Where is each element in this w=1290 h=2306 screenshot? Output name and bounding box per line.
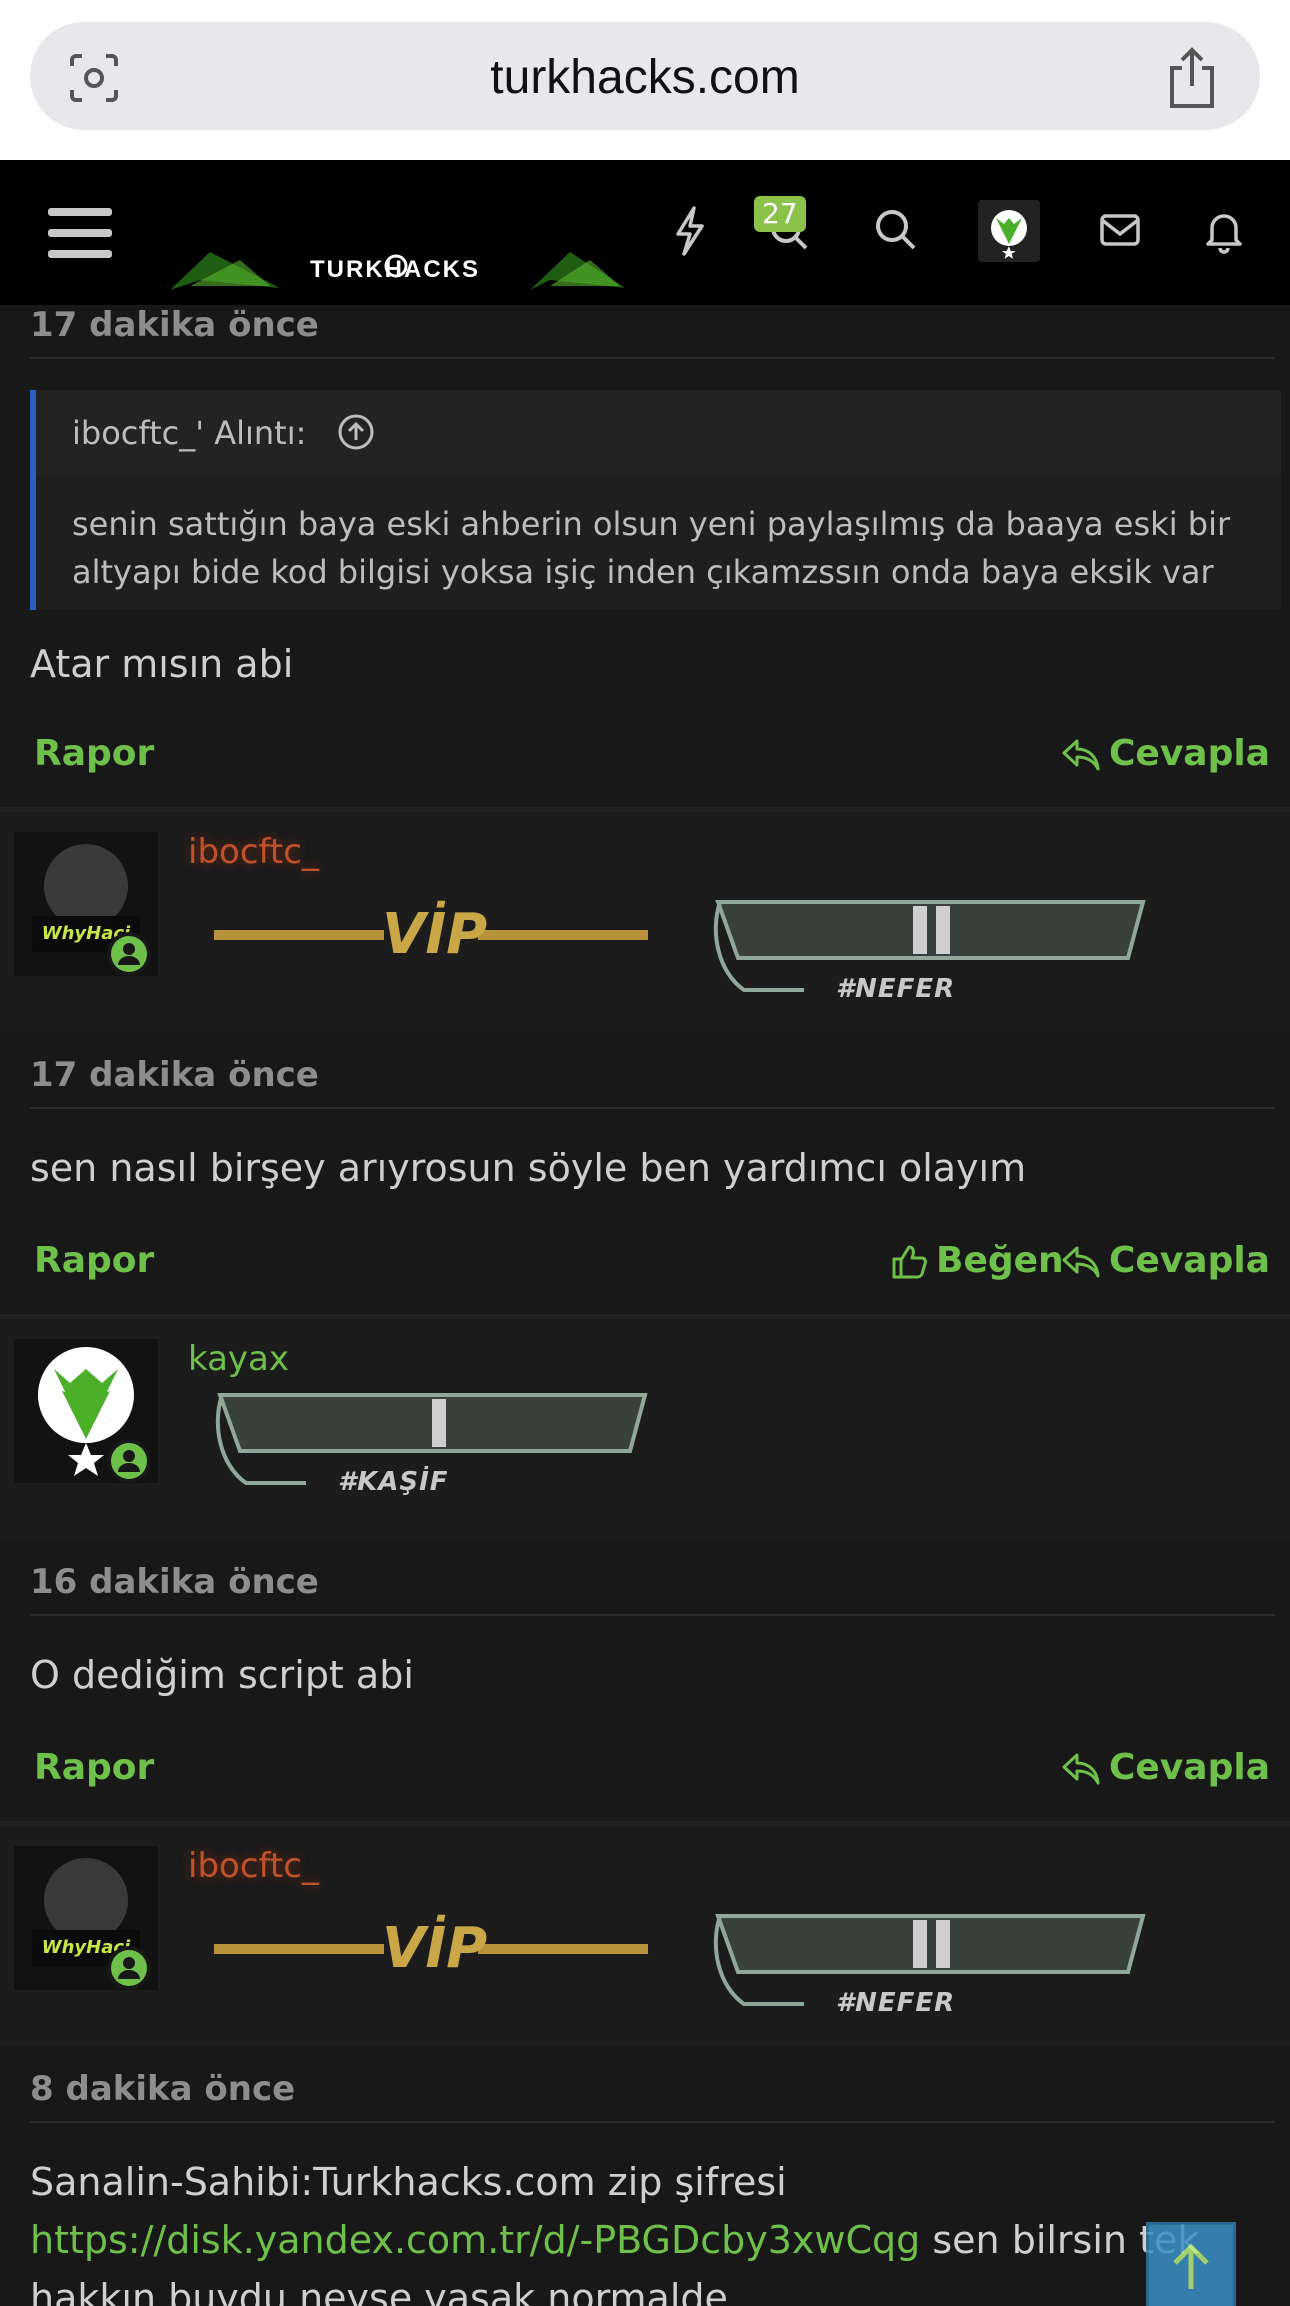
message-line: https://disk.yandex.com.tr/d/-PBGDcby3xw… (30, 2211, 1270, 2269)
reply-label: Cevapla (1109, 1240, 1270, 1281)
alert-badge: 27 (754, 196, 806, 232)
reply-label: Cevapla (1109, 1747, 1270, 1788)
brand-text: TURKHACKS (310, 256, 480, 283)
quote-title: ibocftc_' Alıntı: (72, 414, 307, 452)
quote-text: senin sattığın baya eski ahberin olsun y… (72, 505, 1231, 591)
jump-up-icon[interactable] (336, 412, 376, 452)
bolt-icon[interactable] (660, 200, 720, 260)
vip-label: VİP (382, 1916, 488, 1981)
scroll-top-button[interactable] (1146, 2222, 1236, 2306)
browser-toolbar: turkhacks.com (0, 0, 1290, 160)
address-bar[interactable]: turkhacks.com (30, 22, 1260, 130)
report-button[interactable]: Rapor (34, 1240, 154, 1281)
rank-label: #KAŞİF (338, 1467, 449, 1497)
rank-banner: #NEFER (708, 1906, 1148, 2024)
online-status-icon (107, 1439, 151, 1483)
post-message: O dediğim script abi (30, 1653, 414, 1697)
rank-label: #NEFER (836, 974, 956, 1004)
menu-icon[interactable] (48, 208, 112, 262)
username[interactable]: ibocftc_ (188, 832, 319, 872)
divider (30, 357, 1275, 359)
rank-label: #NEFER (836, 1988, 956, 2018)
report-button[interactable]: Rapor (34, 1747, 154, 1788)
vip-banner: VİP (214, 894, 648, 974)
post-time: 16 dakika önce (30, 1562, 319, 1602)
share-icon[interactable] (1164, 46, 1220, 110)
post-time: 17 dakika önce (30, 305, 319, 345)
message-line: hakkın buydu neyse yasak normalde (30, 2276, 728, 2306)
online-status-icon (107, 932, 151, 976)
post-time: 8 dakika önce (30, 2069, 296, 2109)
post-user-bar: kayax #KAŞİF (0, 1319, 1290, 1539)
mail-icon[interactable] (1090, 200, 1150, 260)
reply-icon (1062, 739, 1100, 771)
download-link[interactable]: https://disk.yandex.com.tr/d/-PBGDcby3xw… (30, 2218, 920, 2262)
report-button[interactable]: Rapor (34, 733, 154, 774)
user-avatar-nav[interactable] (978, 200, 1040, 262)
like-label: Beğen (936, 1240, 1064, 1281)
post-message: Atar mısın abi (30, 642, 294, 686)
divider (30, 1107, 1275, 1109)
site-navbar: TURKHACKS 27 (0, 160, 1290, 305)
reply-button[interactable]: Cevapla (1061, 1240, 1270, 1281)
reply-label: Cevapla (1109, 733, 1270, 774)
post-time: 17 dakika önce (30, 1055, 319, 1095)
online-status-icon (107, 1946, 151, 1990)
post-message: Sanalin-Sahibi:Turkhacks.com zip şifresi… (30, 2153, 1270, 2306)
thread-content: 17 dakika önce ibocftc_' Alıntı: senin s… (0, 305, 1290, 2306)
reply-icon (1062, 1753, 1100, 1785)
avatar-mask-icon (991, 210, 1027, 259)
like-button[interactable]: Beğen (890, 1240, 1064, 1281)
username[interactable]: ibocftc_ (188, 1846, 319, 1886)
post-user-bar: WhyHaci ibocftc_ VİP #NEFER (0, 812, 1290, 1032)
arrow-up-icon (1173, 2243, 1209, 2289)
quote-block: ibocftc_' Alıntı: senin sattığın baya es… (30, 390, 1281, 610)
vip-label: VİP (382, 902, 488, 967)
reply-button[interactable]: Cevapla (1061, 733, 1270, 774)
vip-banner: VİP (214, 1908, 648, 1988)
url-text: turkhacks.com (490, 51, 800, 104)
rank-banner: #KAŞİF (210, 1385, 650, 1503)
message-line: Sanalin-Sahibi:Turkhacks.com zip şifresi (30, 2160, 787, 2204)
reply-button[interactable]: Cevapla (1061, 1747, 1270, 1788)
post-user-bar: WhyHaci ibocftc_ VİP #NEFER (0, 1826, 1290, 2046)
divider (30, 1614, 1275, 1616)
bell-icon[interactable] (1194, 200, 1254, 260)
thumbs-up-icon (892, 1245, 927, 1279)
username[interactable]: kayax (188, 1339, 289, 1379)
quote-header: ibocftc_' Alıntı: (36, 390, 1281, 475)
rank-banner: #NEFER (708, 892, 1148, 1010)
post-message: sen nasıl birşey arıyrosun söyle ben yar… (30, 1146, 1027, 1190)
divider (30, 2121, 1275, 2123)
search-icon[interactable] (866, 200, 926, 260)
site-logo[interactable]: TURKHACKS (170, 250, 625, 294)
reply-icon (1062, 1246, 1100, 1278)
